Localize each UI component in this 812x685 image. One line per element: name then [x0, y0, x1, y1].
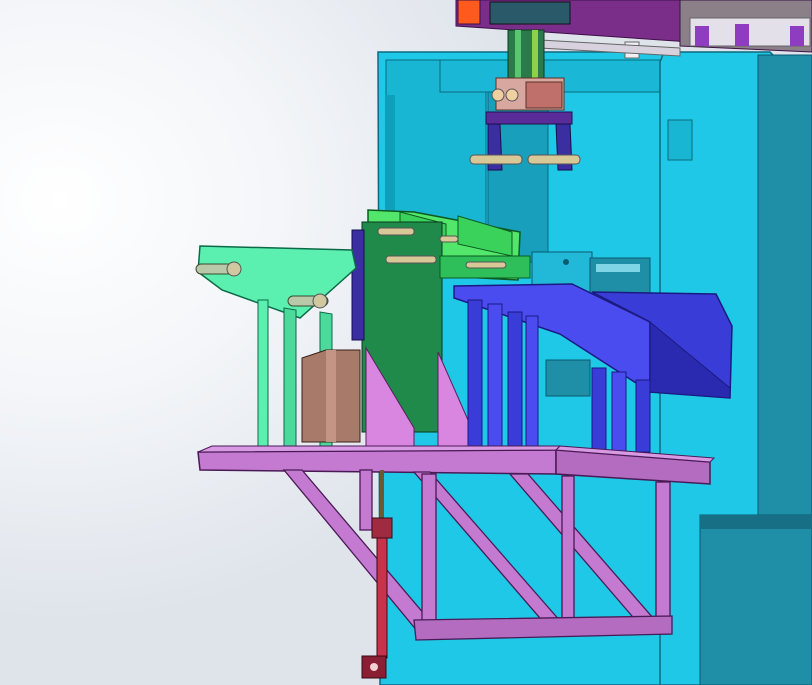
assembly-model [195, 0, 812, 685]
cad-viewport[interactable] [0, 0, 812, 685]
